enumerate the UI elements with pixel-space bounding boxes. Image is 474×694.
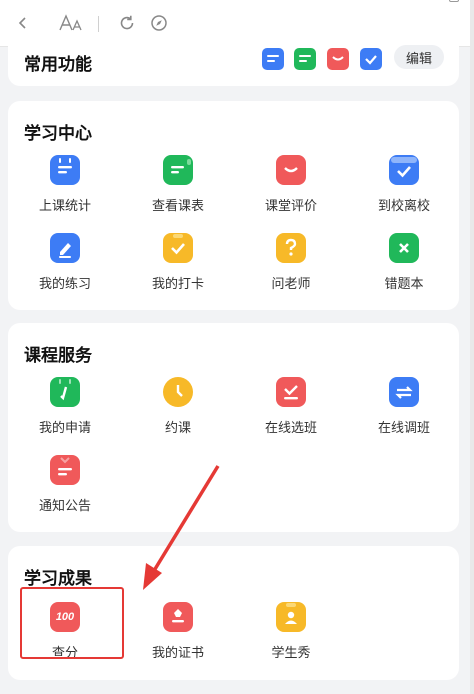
annotation-arrow	[143, 465, 220, 590]
scrollbar-track[interactable]	[470, 0, 474, 694]
